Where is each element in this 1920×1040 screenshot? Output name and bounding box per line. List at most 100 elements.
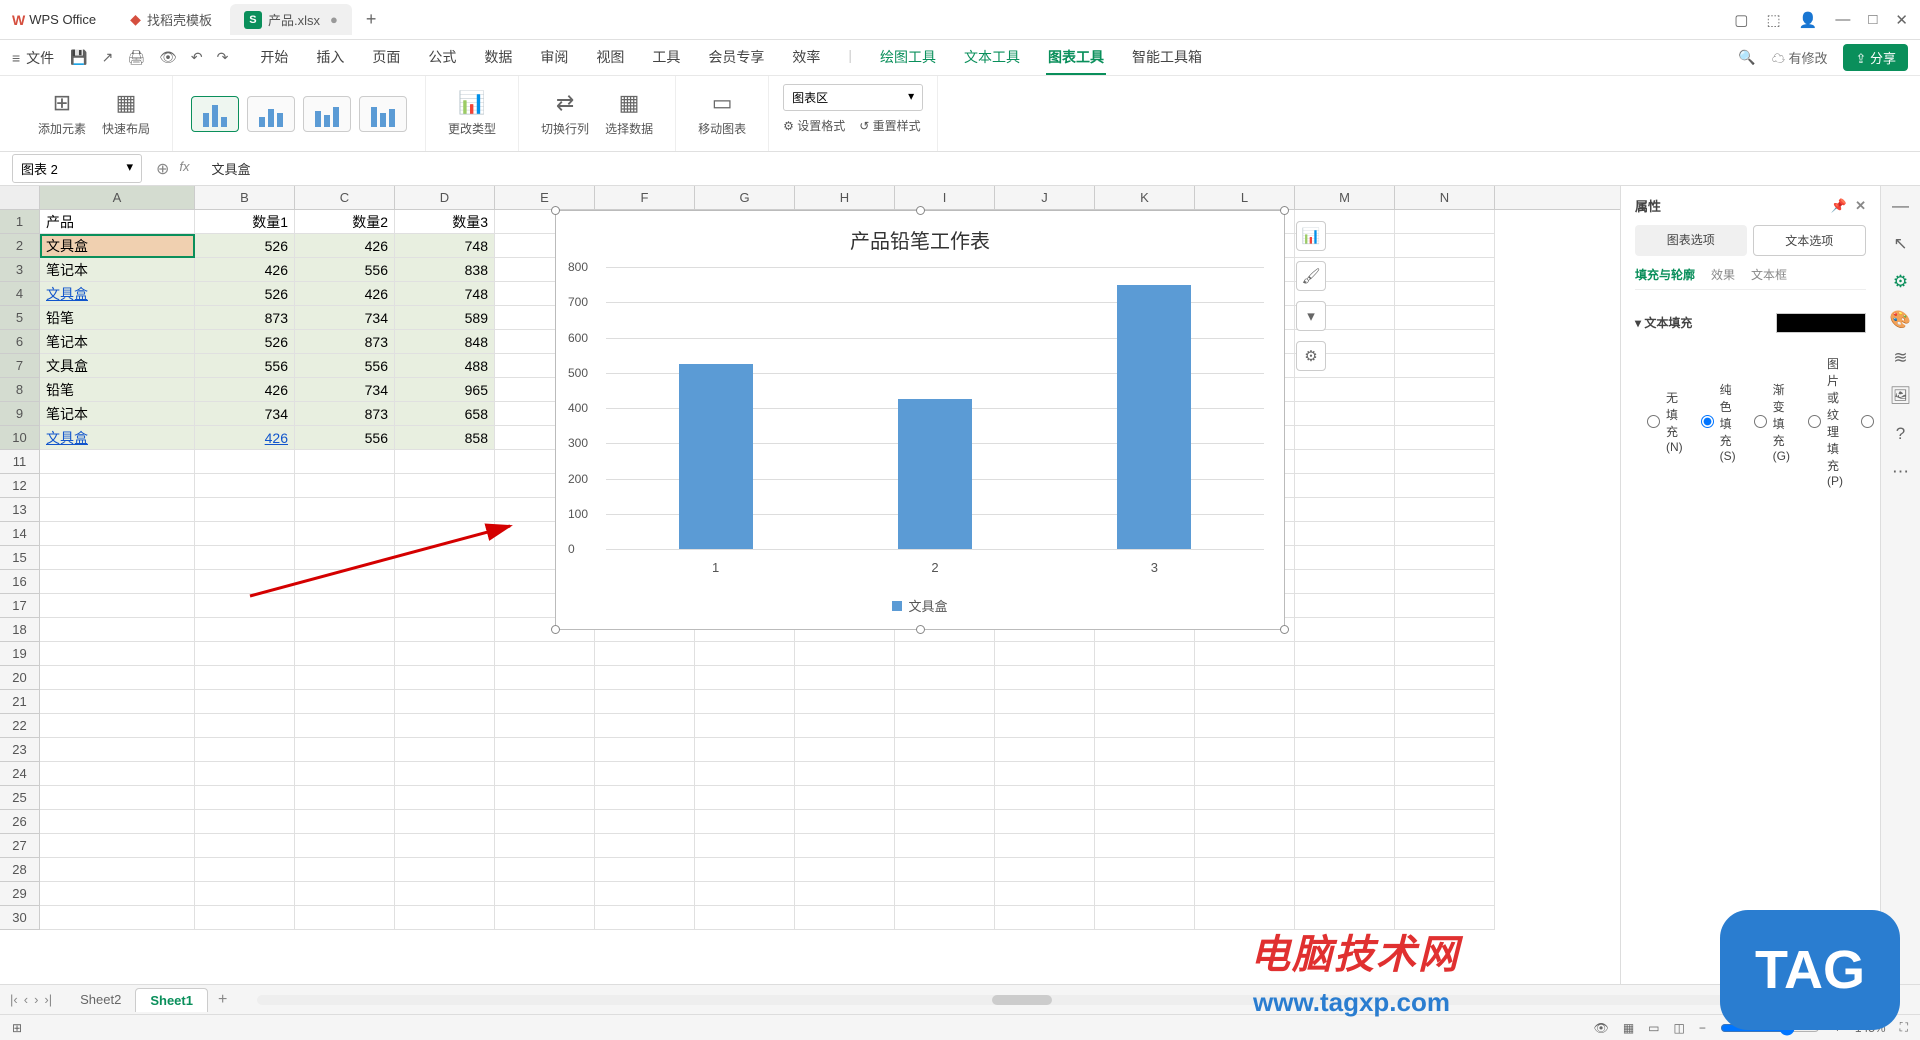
tab-file-active[interactable]: S 产品.xlsx ● bbox=[230, 4, 352, 35]
cell[interactable] bbox=[395, 522, 495, 546]
cell[interactable] bbox=[295, 594, 395, 618]
cell[interactable]: 数量2 bbox=[295, 210, 395, 234]
view-page-icon[interactable]: ▭ bbox=[1648, 1021, 1659, 1035]
row-header[interactable]: 25 bbox=[0, 786, 40, 810]
cell[interactable] bbox=[1395, 402, 1495, 426]
col-header[interactable]: D bbox=[395, 186, 495, 209]
cell[interactable]: 873 bbox=[195, 306, 295, 330]
cell[interactable] bbox=[1295, 714, 1395, 738]
cell[interactable] bbox=[295, 738, 395, 762]
col-header[interactable]: A bbox=[40, 186, 195, 209]
cell[interactable] bbox=[1395, 234, 1495, 258]
radio-gradient-fill[interactable]: 渐变填充(G) bbox=[1742, 376, 1790, 468]
cell[interactable]: 488 bbox=[395, 354, 495, 378]
cell[interactable] bbox=[695, 882, 795, 906]
chart-elements-button[interactable]: 📊 bbox=[1296, 221, 1326, 251]
cell[interactable] bbox=[995, 714, 1095, 738]
col-header[interactable]: E bbox=[495, 186, 595, 209]
cell[interactable] bbox=[1295, 786, 1395, 810]
subtab-textbox[interactable]: 文本框 bbox=[1751, 266, 1787, 283]
col-header[interactable]: L bbox=[1195, 186, 1295, 209]
cell[interactable] bbox=[1295, 810, 1395, 834]
avatar-icon[interactable]: 👤 bbox=[1799, 11, 1818, 29]
cell[interactable] bbox=[295, 498, 395, 522]
cell[interactable] bbox=[995, 762, 1095, 786]
cell[interactable] bbox=[895, 762, 995, 786]
cell[interactable] bbox=[1395, 642, 1495, 666]
cell[interactable] bbox=[395, 882, 495, 906]
sheet-last-icon[interactable]: ›| bbox=[44, 992, 52, 1007]
horizontal-scrollbar[interactable] bbox=[257, 995, 1890, 1005]
col-header[interactable]: J bbox=[995, 186, 1095, 209]
cell[interactable] bbox=[495, 882, 595, 906]
fullscreen-icon[interactable]: ⛶ bbox=[1900, 1020, 1908, 1035]
cell[interactable] bbox=[895, 690, 995, 714]
cell[interactable] bbox=[1295, 378, 1395, 402]
cell[interactable] bbox=[395, 546, 495, 570]
cell[interactable] bbox=[1095, 882, 1195, 906]
cell[interactable] bbox=[895, 882, 995, 906]
cell[interactable]: 526 bbox=[195, 282, 295, 306]
cell[interactable] bbox=[495, 738, 595, 762]
cell[interactable] bbox=[1195, 810, 1295, 834]
cell[interactable] bbox=[995, 666, 1095, 690]
cell[interactable]: 734 bbox=[195, 402, 295, 426]
cell[interactable] bbox=[40, 738, 195, 762]
cell[interactable]: 873 bbox=[295, 402, 395, 426]
cell[interactable] bbox=[395, 570, 495, 594]
row-header[interactable]: 30 bbox=[0, 906, 40, 930]
tab-add-button[interactable]: + bbox=[356, 5, 387, 34]
cell[interactable] bbox=[895, 858, 995, 882]
cell[interactable] bbox=[1295, 498, 1395, 522]
resize-handle[interactable] bbox=[1280, 625, 1289, 634]
sheet-prev-icon[interactable]: ‹ bbox=[24, 992, 28, 1007]
cell[interactable] bbox=[1395, 570, 1495, 594]
cell[interactable] bbox=[1295, 834, 1395, 858]
add-element-button[interactable]: ⊞添加元素 bbox=[30, 86, 94, 141]
cell[interactable] bbox=[595, 666, 695, 690]
cell[interactable]: 858 bbox=[395, 426, 495, 450]
panel-tab-chart[interactable]: 图表选项 bbox=[1635, 225, 1747, 256]
cell[interactable] bbox=[1395, 474, 1495, 498]
cell[interactable] bbox=[395, 450, 495, 474]
cell[interactable] bbox=[695, 666, 795, 690]
name-box[interactable]: 图表 2▾ bbox=[12, 154, 142, 183]
select-tool-icon[interactable]: ↖ bbox=[1893, 234, 1907, 254]
cell[interactable] bbox=[895, 786, 995, 810]
cell[interactable] bbox=[895, 810, 995, 834]
cell[interactable] bbox=[495, 858, 595, 882]
cell[interactable]: 笔记本 bbox=[40, 258, 195, 282]
cell[interactable] bbox=[195, 762, 295, 786]
cell[interactable] bbox=[395, 618, 495, 642]
cell[interactable] bbox=[1295, 762, 1395, 786]
row-header[interactable]: 9 bbox=[0, 402, 40, 426]
cell[interactable] bbox=[195, 834, 295, 858]
cell[interactable]: 873 bbox=[295, 330, 395, 354]
cell[interactable]: 文具盒 bbox=[40, 354, 195, 378]
cell[interactable] bbox=[395, 762, 495, 786]
resize-handle[interactable] bbox=[551, 625, 560, 634]
status-mode-icon[interactable]: ⊞ bbox=[12, 1021, 22, 1035]
reset-style-button[interactable]: ↺ 重置样式 bbox=[859, 117, 920, 134]
change-type-button[interactable]: 📊更改类型 bbox=[440, 86, 504, 141]
cell[interactable]: 526 bbox=[195, 234, 295, 258]
cell[interactable] bbox=[1095, 642, 1195, 666]
cell[interactable] bbox=[395, 498, 495, 522]
menu-tool-tab-active[interactable]: 图表工具 bbox=[1046, 41, 1106, 75]
collapse-icon[interactable]: — bbox=[1892, 196, 1909, 216]
cell[interactable] bbox=[195, 642, 295, 666]
row-header[interactable]: 28 bbox=[0, 858, 40, 882]
cell[interactable] bbox=[595, 762, 695, 786]
cell[interactable] bbox=[1195, 642, 1295, 666]
col-header[interactable]: F bbox=[595, 186, 695, 209]
cell[interactable] bbox=[995, 738, 1095, 762]
sheet-tab-active[interactable]: Sheet1 bbox=[135, 988, 208, 1012]
cell[interactable] bbox=[1195, 882, 1295, 906]
cell[interactable] bbox=[40, 570, 195, 594]
cell[interactable] bbox=[1295, 642, 1395, 666]
cell[interactable] bbox=[1295, 570, 1395, 594]
cell[interactable] bbox=[695, 642, 795, 666]
col-header[interactable]: I bbox=[895, 186, 995, 209]
cell[interactable] bbox=[395, 474, 495, 498]
cell[interactable] bbox=[795, 714, 895, 738]
